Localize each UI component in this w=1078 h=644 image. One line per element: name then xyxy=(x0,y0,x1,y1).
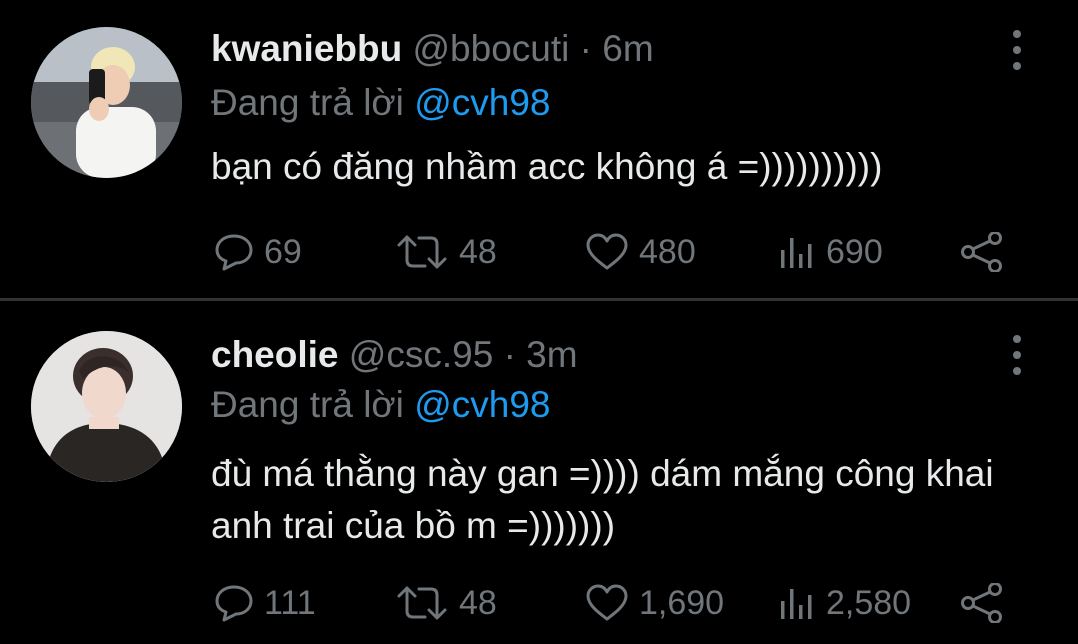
retweet-button[interactable]: 48 xyxy=(395,228,497,276)
handle[interactable]: @csc.95 xyxy=(349,334,494,375)
vertical-dots-icon xyxy=(1013,30,1021,38)
share-icon xyxy=(961,583,1002,623)
heart-icon xyxy=(586,233,628,270)
reply-button[interactable]: 69 xyxy=(214,228,302,276)
retweet-count: 48 xyxy=(459,583,497,622)
retweet-arrows-icon xyxy=(397,586,447,620)
retweet-arrows-icon xyxy=(397,235,447,269)
tweet[interactable]: kwaniebbu @bbocuti · 6m Đang trả lời @cv… xyxy=(0,0,1078,298)
replying-to: Đang trả lời @cvh98 xyxy=(211,81,550,125)
more-options-button[interactable] xyxy=(1006,335,1028,375)
replying-to: Đang trả lời @cvh98 xyxy=(211,383,550,427)
reply-count: 111 xyxy=(264,583,316,622)
mention-link[interactable]: @cvh98 xyxy=(414,384,550,425)
replying-to-label: Đang trả lời xyxy=(211,384,404,425)
tweet-text: bạn có đăng nhầm acc không á =)))))))))) xyxy=(211,146,883,187)
views-count: 690 xyxy=(826,232,883,271)
bar-chart-icon xyxy=(781,238,812,268)
avatar[interactable] xyxy=(31,331,182,482)
tweet[interactable]: cheolie @csc.95 · 3m Đang trả lời @cvh98… xyxy=(0,301,1078,644)
avatar[interactable] xyxy=(31,27,182,178)
reply-count: 69 xyxy=(264,232,302,271)
retweet-count: 48 xyxy=(459,232,497,271)
replying-to-label: Đang trả lời xyxy=(211,82,404,123)
views-count: 2,580 xyxy=(826,583,912,622)
views-button[interactable]: 2,580 xyxy=(776,579,911,627)
like-button[interactable]: 480 xyxy=(585,228,696,276)
mention-link[interactable]: @cvh98 xyxy=(414,82,550,123)
like-button[interactable]: 1,690 xyxy=(585,579,724,627)
share-button[interactable] xyxy=(960,228,1004,276)
separator: · xyxy=(503,334,516,375)
handle[interactable]: @bbocuti xyxy=(412,28,569,69)
share-button[interactable] xyxy=(960,579,1004,627)
more-options-button[interactable] xyxy=(1006,30,1028,70)
speech-bubble-icon xyxy=(215,234,253,271)
timestamp[interactable]: 3m xyxy=(526,334,577,375)
tweet-actions: 111 48 1,690 2,580 xyxy=(0,579,1078,627)
like-count: 1,690 xyxy=(639,583,725,622)
tweet-actions: 69 48 480 690 xyxy=(0,228,1078,276)
retweet-button[interactable]: 48 xyxy=(395,579,497,627)
speech-bubble-icon xyxy=(215,585,253,622)
reply-feed: kwaniebbu @bbocuti · 6m Đang trả lời @cv… xyxy=(0,0,1078,644)
reply-button[interactable]: 111 xyxy=(214,579,316,627)
display-name[interactable]: cheolie xyxy=(211,334,339,375)
bar-chart-icon xyxy=(781,589,812,619)
views-button[interactable]: 690 xyxy=(776,228,883,276)
tweet-header: kwaniebbu @bbocuti · 6m xyxy=(211,27,654,71)
display-name[interactable]: kwaniebbu xyxy=(211,28,402,69)
heart-icon xyxy=(586,584,628,621)
vertical-dots-icon xyxy=(1013,335,1021,343)
tweet-text: đù má thằng này gan =)))) dám mắng công … xyxy=(211,453,994,546)
tweet-header: cheolie @csc.95 · 3m xyxy=(211,333,578,377)
separator: · xyxy=(579,28,592,69)
like-count: 480 xyxy=(639,232,696,271)
share-icon xyxy=(961,232,1002,272)
timestamp[interactable]: 6m xyxy=(602,28,653,69)
